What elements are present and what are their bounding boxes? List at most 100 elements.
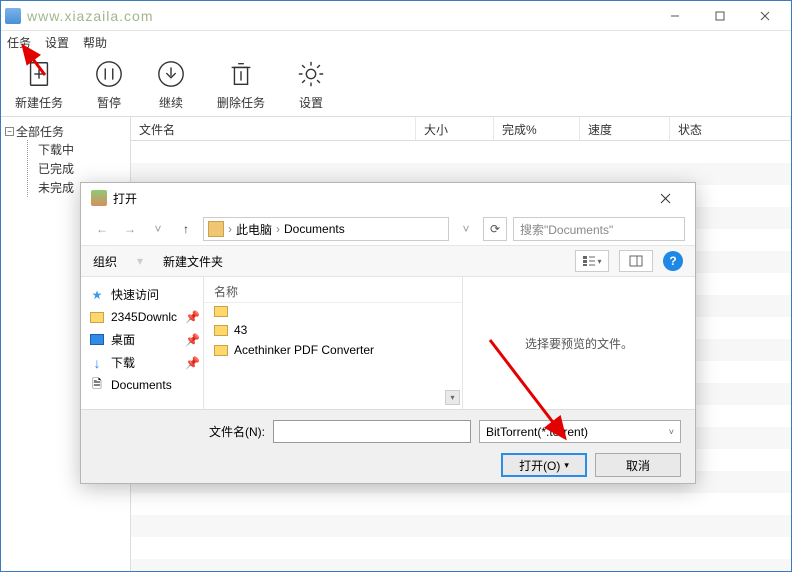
dialog-navbar: ← → ˅ ↑ › 此电脑 › Documents ˅ ⟳ 搜索"Documen… (81, 213, 695, 245)
breadcrumb[interactable]: › 此电脑 › Documents (203, 217, 449, 241)
col-status[interactable]: 状态 (670, 117, 791, 140)
help-icon: ? (669, 254, 676, 268)
dialog-footer: 文件名(N): BitTorrent(*.torrent) ˅ 打开(O) ▾ … (81, 409, 695, 483)
file-name: 43 (234, 323, 247, 337)
place-label: Documents (111, 378, 172, 392)
star-icon: ★ (89, 287, 105, 303)
folder-icon (208, 221, 224, 237)
nav-forward-button[interactable]: → (119, 218, 141, 240)
settings-label: 设置 (299, 94, 323, 111)
place-label: 桌面 (111, 331, 135, 348)
col-size[interactable]: 大小 (416, 117, 494, 140)
close-icon (760, 11, 770, 21)
folder-icon (214, 325, 228, 336)
search-placeholder: 搜索"Documents" (520, 221, 613, 238)
filename-input[interactable] (273, 420, 471, 443)
file-open-dialog: 打开 ← → ˅ ↑ › 此电脑 › Documents ˅ ⟳ 搜索"Docu… (80, 182, 696, 484)
file-item[interactable]: 43 (204, 320, 462, 340)
filename-label: 文件名(N): (95, 423, 265, 440)
dialog-titlebar: 打开 (81, 183, 695, 213)
file-item[interactable] (204, 303, 462, 320)
menu-help[interactable]: 帮助 (83, 34, 107, 51)
file-list[interactable]: 名称 43 Acethinker PDF Converter ▾ (203, 277, 463, 409)
tree-completed[interactable]: 已完成 (38, 159, 126, 178)
scroll-down-icon[interactable]: ▾ (445, 390, 460, 405)
open-button-label: 打开(O) (519, 457, 560, 474)
toolbar: 新建任务 暂停 继续 删除任务 设置 (1, 53, 791, 117)
nav-back-button[interactable]: ← (91, 218, 113, 240)
app-icon (5, 8, 21, 24)
file-scrollbar[interactable]: ▾ (445, 301, 460, 405)
tree-root-label: 全部任务 (16, 123, 64, 140)
pin-icon: 📌 (185, 356, 195, 370)
search-input[interactable]: 搜索"Documents" (513, 217, 685, 241)
nav-up-button[interactable]: ↑ (175, 218, 197, 240)
place-downloads[interactable]: ↓ 下载 📌 (85, 351, 199, 374)
breadcrumb-dropdown[interactable]: ˅ (455, 218, 477, 240)
resume-button[interactable]: 继续 (155, 58, 187, 111)
view-mode-button[interactable]: ▾ (575, 250, 609, 272)
place-documents[interactable]: 🗎 Documents (85, 374, 199, 396)
dialog-icon (91, 190, 107, 206)
col-filename[interactable]: 文件名 (131, 117, 416, 140)
maximize-button[interactable] (697, 2, 742, 30)
window-controls (652, 2, 787, 30)
close-icon (660, 193, 671, 204)
file-name: Acethinker PDF Converter (234, 343, 374, 357)
quick-access-label: 快速访问 (111, 286, 159, 303)
tree-downloading[interactable]: 下载中 (38, 140, 126, 159)
maximize-icon (715, 11, 725, 21)
cancel-button-label: 取消 (626, 457, 650, 474)
nav-recent-button[interactable]: ˅ (147, 218, 169, 240)
breadcrumb-documents[interactable]: Documents (284, 222, 345, 236)
new-task-button[interactable]: 新建任务 (15, 58, 63, 111)
preview-pane: 选择要预览的文件。 (463, 277, 695, 409)
place-desktop[interactable]: 桌面 📌 (85, 328, 199, 351)
col-speed[interactable]: 速度 (580, 117, 670, 140)
menu-settings[interactable]: 设置 (45, 34, 69, 51)
delete-label: 删除任务 (217, 94, 265, 111)
place-label: 2345Downlc (111, 310, 177, 324)
col-done[interactable]: 完成% (494, 117, 580, 140)
cancel-button[interactable]: 取消 (595, 453, 681, 477)
help-button[interactable]: ? (663, 251, 683, 271)
tree-collapse-icon[interactable]: − (5, 127, 14, 136)
gear-icon (295, 58, 327, 90)
resume-icon (155, 58, 187, 90)
chevron-right-icon: › (276, 222, 280, 236)
new-folder-button[interactable]: 新建文件夹 (163, 253, 223, 270)
minimize-icon (670, 11, 680, 21)
delete-button[interactable]: 删除任务 (217, 58, 265, 111)
quick-access[interactable]: ★ 快速访问 (85, 283, 199, 306)
download-icon: ↓ (89, 355, 105, 371)
filetype-select[interactable]: BitTorrent(*.torrent) ˅ (479, 420, 681, 443)
refresh-button[interactable]: ⟳ (483, 217, 507, 241)
menu-task[interactable]: 任务 (7, 34, 31, 51)
open-button[interactable]: 打开(O) ▾ (501, 453, 587, 477)
menubar: 任务 设置 帮助 (1, 31, 791, 53)
chevron-right-icon: › (228, 222, 232, 236)
minimize-button[interactable] (652, 2, 697, 30)
chevron-down-icon: ▾ (597, 257, 601, 266)
dialog-close-button[interactable] (645, 184, 685, 212)
dialog-toolbar: 组织 ▾ 新建文件夹 ▾ ? (81, 245, 695, 277)
settings-button[interactable]: 设置 (295, 58, 327, 111)
place-label: 下载 (111, 354, 135, 371)
dialog-body: ★ 快速访问 2345Downlc 📌 桌面 📌 ↓ 下载 📌 🗎 Docume… (81, 277, 695, 409)
file-item[interactable]: Acethinker PDF Converter (204, 340, 462, 360)
pin-icon: 📌 (185, 333, 195, 347)
breadcrumb-pc[interactable]: 此电脑 (236, 221, 272, 238)
trash-icon (225, 58, 257, 90)
pause-icon (93, 58, 125, 90)
dialog-title: 打开 (113, 190, 137, 207)
tree-root[interactable]: − 全部任务 (5, 123, 126, 140)
filelist-header-name[interactable]: 名称 (204, 281, 462, 303)
filetype-value: BitTorrent(*.torrent) (486, 425, 588, 439)
place-2345downloads[interactable]: 2345Downlc 📌 (85, 306, 199, 328)
organize-button[interactable]: 组织 (93, 253, 117, 270)
preview-pane-button[interactable] (619, 250, 653, 272)
pause-button[interactable]: 暂停 (93, 58, 125, 111)
preview-pane-icon (629, 255, 643, 267)
chevron-down-icon: ˅ (669, 427, 674, 437)
close-button[interactable] (742, 2, 787, 30)
